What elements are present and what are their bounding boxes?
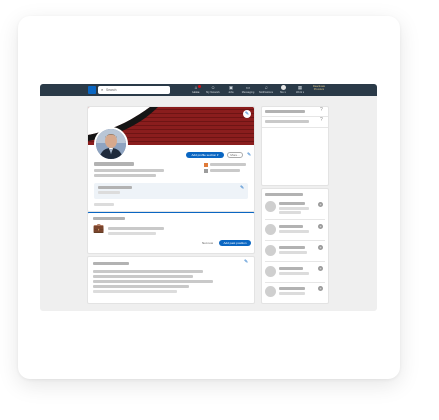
help-icon-2[interactable]: ? [320, 117, 323, 123]
school-name [210, 169, 240, 172]
linkedin-logo[interactable] [88, 86, 96, 94]
nav-my-network[interactable]: ☺ My Network [203, 85, 223, 95]
top-nav: ⌕ Search ⌂ Home ☺ My Network ▣ Jobs ▭ Me… [40, 84, 377, 96]
connect-icon[interactable]: + [318, 286, 323, 291]
connect-icon[interactable]: + [318, 202, 323, 207]
search-icon: ⌕ [101, 87, 104, 92]
avatar[interactable] [265, 201, 276, 212]
person-name[interactable] [279, 225, 303, 228]
nav-messaging-label: Messaging [241, 91, 255, 94]
edit-profile-url[interactable] [265, 110, 305, 113]
me-avatar [280, 85, 286, 90]
notification-dot [198, 85, 201, 88]
divider [265, 282, 325, 283]
linkedin-profile-screenshot: ⌕ Search ⌂ Home ☺ My Network ▣ Jobs ▭ Me… [40, 84, 377, 311]
about-text-1 [93, 270, 203, 273]
company-logo [204, 163, 208, 167]
add-past-position-button[interactable]: Add past position [219, 240, 251, 246]
add-profile-section-button[interactable]: Add profile section ▾ [186, 152, 224, 158]
prompt-text [108, 227, 164, 230]
search-placeholder: Search [106, 88, 117, 92]
nav-my-network-label: My Network [206, 91, 220, 94]
person-headline [279, 272, 309, 275]
person-name[interactable] [279, 202, 305, 205]
person-headline [279, 292, 305, 295]
connect-icon[interactable]: + [318, 224, 323, 229]
profile-photo[interactable] [94, 127, 128, 161]
premium-line-2: Premium [313, 88, 325, 92]
edit-about-icon[interactable]: ✎ [244, 259, 248, 265]
more-button[interactable]: More... [227, 152, 243, 158]
current-company [210, 163, 246, 166]
connect-icon[interactable]: + [318, 266, 323, 271]
about-text-3 [93, 280, 213, 283]
nav-messaging[interactable]: ▭ Messaging [238, 85, 258, 95]
person-headline-2 [279, 211, 301, 214]
about-text-2 [93, 275, 193, 278]
person-headline [279, 207, 309, 210]
prompt-title [93, 217, 125, 220]
divider [265, 261, 325, 262]
school-logo [204, 169, 208, 173]
open-to-box[interactable]: ✎ [94, 183, 248, 199]
edit-cover-icon[interactable]: ✎ [243, 110, 251, 118]
connect-icon[interactable]: + [318, 245, 323, 250]
avatar[interactable] [265, 266, 276, 277]
person-name[interactable] [279, 287, 305, 290]
nav-premium[interactable]: Reactivate Premium [304, 85, 334, 92]
briefcase-icon: 💼 [93, 223, 105, 233]
person-headline [279, 230, 309, 233]
not-now-button[interactable]: Not now [202, 241, 213, 245]
avatar[interactable] [265, 286, 276, 297]
open-to-detail [98, 191, 120, 194]
profile-intro-card: ✎ Add profile section ▾ More... ✎ ✎ [87, 106, 255, 212]
people-also-viewed-card: + + + + + [261, 188, 329, 304]
profile-settings-card: ? ? [261, 106, 329, 186]
about-text-4 [93, 285, 189, 288]
profile-name [94, 162, 134, 166]
divider [262, 116, 328, 117]
help-icon[interactable]: ? [320, 107, 323, 113]
prompt-text-line2 [108, 232, 156, 235]
person-name[interactable] [279, 267, 303, 270]
people-also-viewed-title [265, 193, 303, 196]
about-text-5 [93, 290, 177, 293]
add-language-link[interactable] [265, 120, 309, 123]
divider-2 [262, 127, 328, 128]
divider [265, 240, 325, 241]
about-title [93, 262, 129, 265]
see-all-link[interactable] [94, 203, 114, 206]
about-card: ✎ [87, 256, 255, 304]
open-to-title [98, 186, 132, 189]
avatar[interactable] [265, 245, 276, 256]
profile-headline-line2 [94, 174, 156, 177]
profile-headline [94, 169, 164, 172]
edit-intro-icon[interactable]: ✎ [247, 152, 251, 158]
avatar[interactable] [265, 224, 276, 235]
add-position-card: 💼 Not now Add past position [87, 212, 255, 254]
person-name[interactable] [279, 246, 305, 249]
person-headline [279, 251, 307, 254]
edit-open-to-icon[interactable]: ✎ [240, 185, 244, 191]
search-input[interactable]: ⌕ Search [98, 86, 170, 94]
divider [265, 219, 325, 220]
